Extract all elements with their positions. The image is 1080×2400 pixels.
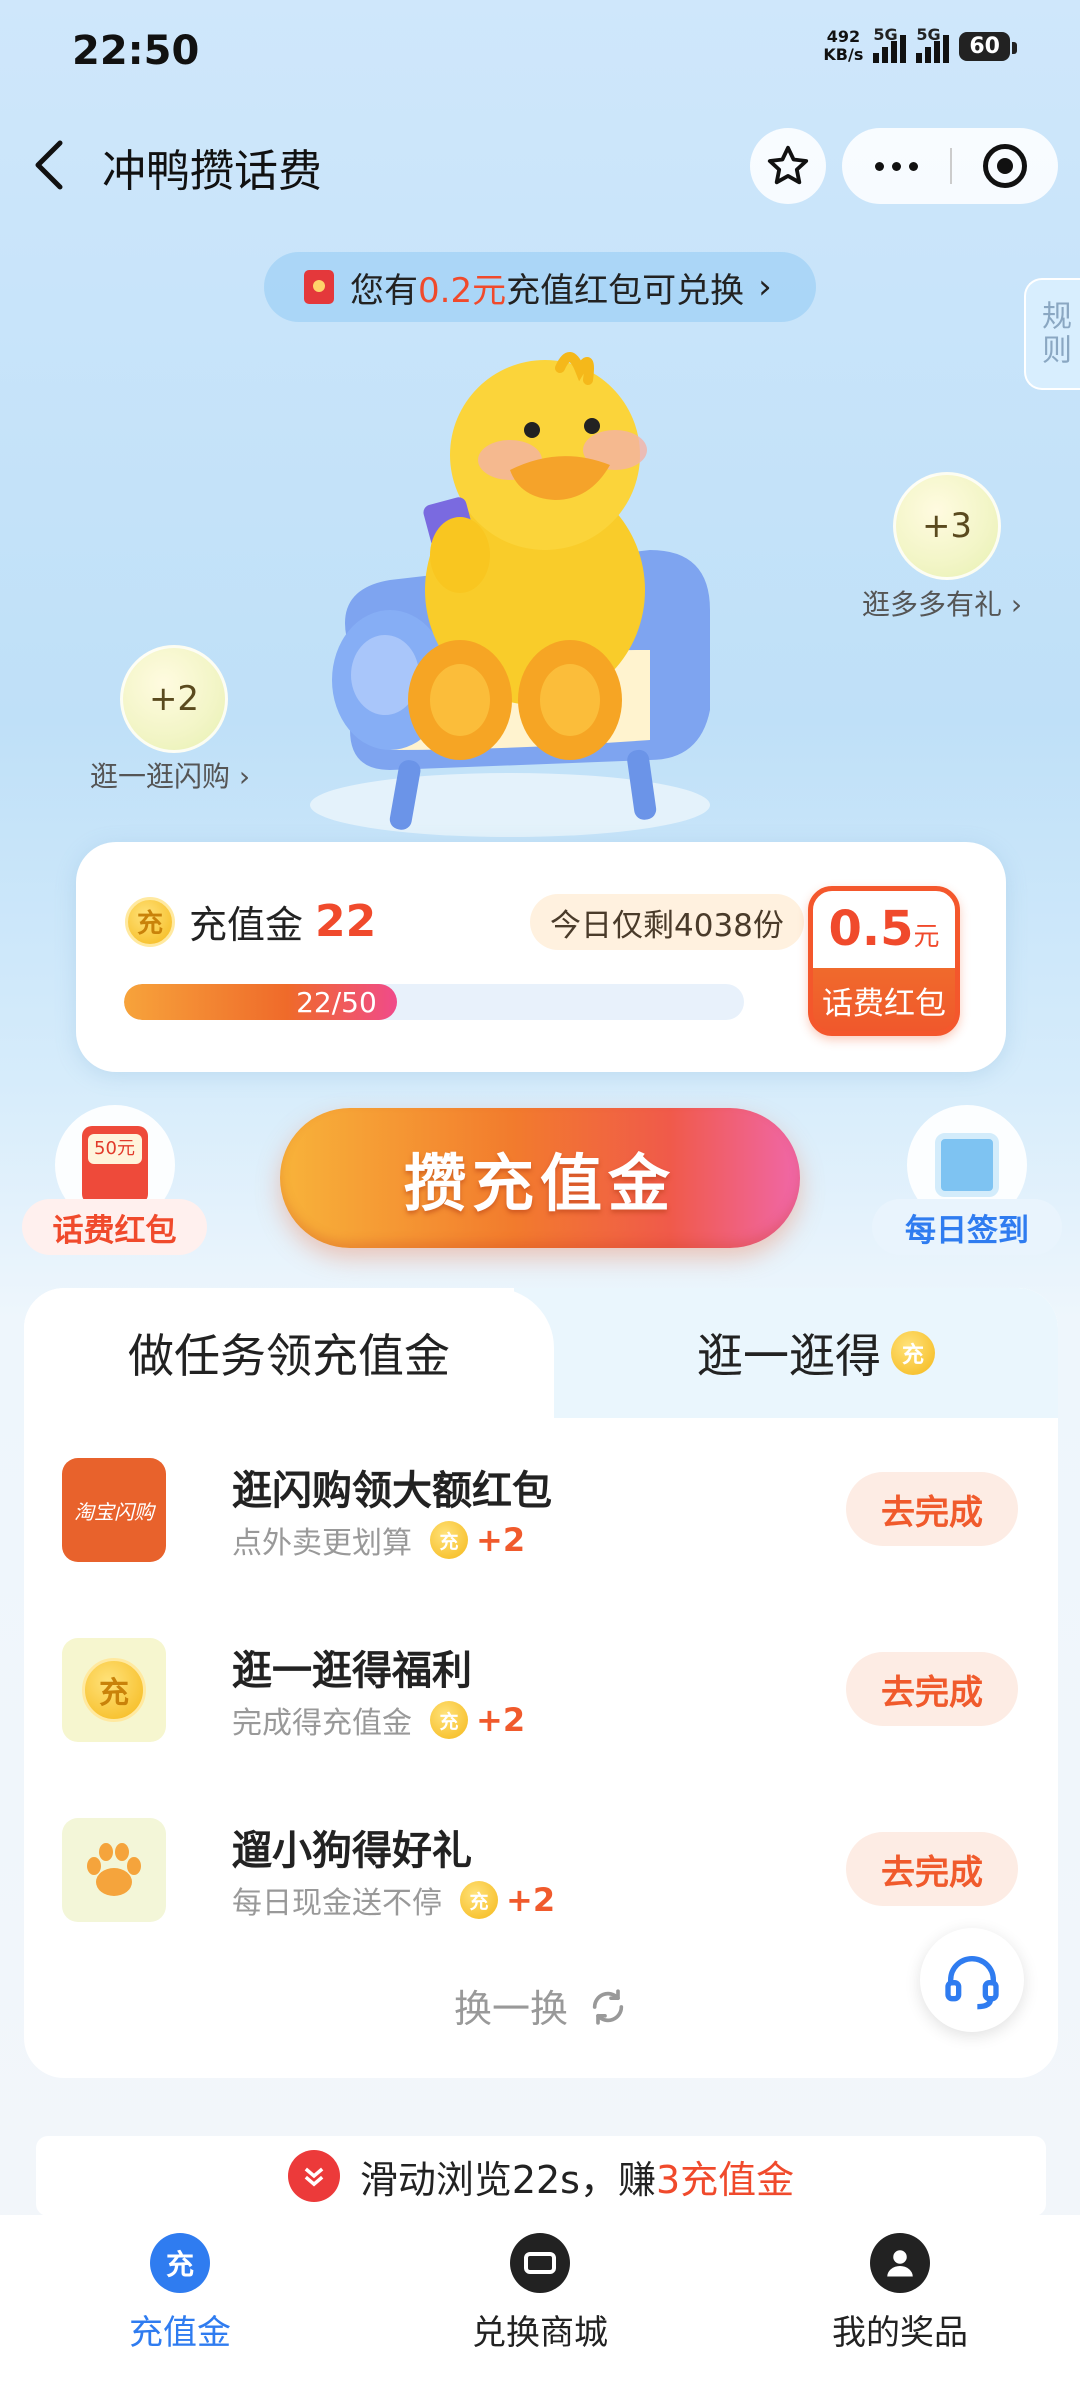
target-icon [983, 144, 1027, 188]
progress-bar: 22/50 [124, 984, 744, 1020]
customer-service-button[interactable] [920, 1928, 1024, 2032]
coin-icon: 充 [460, 1881, 498, 1919]
page-title: 冲鸭攒话费 [102, 146, 322, 197]
coin-icon: 充 [125, 896, 175, 947]
progress-card: 充 充值金 22 今日仅剩4038份 22/50 0.5元 话费红包 [76, 842, 1006, 1072]
reward-name: 话费红包 [822, 986, 946, 1022]
reward-unit: 元 [913, 922, 940, 952]
task-item-flash-buy: 淘宝闪购 逛闪购领大额红包 点外卖更划算 充 +2 去完成 [62, 1458, 1042, 1568]
task-panel: 逛一逛得 充 做任务领充值金 淘宝闪购 逛闪购领大额红包 点外卖更划算 充 +2… [24, 1288, 1058, 2078]
status-time: 22:50 [72, 28, 200, 74]
user-icon [870, 2233, 930, 2293]
favorite-button[interactable] [750, 128, 826, 204]
more-icon[interactable] [842, 161, 950, 171]
refresh-icon [588, 1987, 628, 2036]
close-miniapp-button[interactable] [952, 144, 1058, 188]
coin-balance: 充 充值金 22 [125, 894, 376, 949]
signal-icon: 5G [873, 25, 907, 63]
signal-icon-2: 5G [916, 25, 950, 63]
nav-item-prizes[interactable]: 我的奖品 [720, 2215, 1080, 2400]
tab-tasks[interactable]: 做任务领充值金 [24, 1288, 554, 1418]
coin-count: 22 [315, 896, 377, 947]
chevron-down-icon [287, 2150, 340, 2202]
redpacket-banner[interactable]: 您有 0.2元 充值红包可兑换 › [264, 252, 816, 322]
coin-icon: 充 [430, 1521, 468, 1559]
coin-icon: 充 [150, 2233, 210, 2293]
bottom-nav: 充 充值金 兑换商城 我的奖品 [0, 2215, 1080, 2400]
paw-icon [62, 1818, 166, 1922]
status-icons: 492 KB/s 5G 5G 60 [823, 25, 1017, 64]
bubble-flash-buy[interactable]: +2 [120, 645, 228, 753]
store-icon [510, 2233, 570, 2293]
remaining-tag: 今日仅剩4038份 [530, 894, 804, 950]
coin-icon: 充 [62, 1638, 166, 1742]
tab-browse[interactable]: 逛一逛得 充 [514, 1288, 1058, 1418]
coin-icon: 充 [430, 1701, 468, 1739]
task-item-walk-dog: 遛小狗得好礼 每日现金送不停 充 +2 去完成 [62, 1818, 1042, 1928]
progress-fill: 22/50 [124, 984, 397, 1020]
miniapp-capsule [842, 128, 1058, 204]
task-item-browse-benefits: 充 逛一逛得福利 完成得充值金 充 +2 去完成 [62, 1638, 1042, 1748]
star-icon [767, 145, 809, 185]
network-speed: 492 KB/s [823, 27, 864, 64]
bubble-duoduo-label[interactable]: 逛多多有礼 › [862, 583, 1022, 623]
refresh-button[interactable]: 换一换 [24, 1978, 1058, 2036]
complete-button[interactable]: 去完成 [846, 1832, 1018, 1906]
coin-icon: 充 [891, 1331, 935, 1375]
chevron-right-icon: › [758, 267, 772, 307]
duck-mascot-illustration [270, 350, 810, 840]
earn-coins-button[interactable]: 攒充值金 [280, 1108, 800, 1248]
back-button[interactable] [30, 135, 70, 195]
headset-icon [945, 1956, 999, 2010]
phone-redpacket-button[interactable]: 50元 话费红包 [22, 1105, 207, 1255]
taobao-flash-icon: 淘宝闪购 [62, 1458, 166, 1562]
reward-redpacket[interactable]: 0.5元 话费红包 [808, 886, 960, 1036]
browse-reward-banner: 滑动浏览22s，赚 3充值金 [36, 2136, 1046, 2216]
chevron-left-icon [35, 140, 63, 190]
nav-item-coins[interactable]: 充 充值金 [0, 2215, 360, 2400]
battery-icon: 60 [959, 31, 1017, 61]
complete-button[interactable]: 去完成 [846, 1472, 1018, 1546]
bubble-duoduo[interactable]: +3 [893, 472, 1001, 580]
complete-button[interactable]: 去完成 [846, 1652, 1018, 1726]
daily-checkin-button[interactable]: 每日签到 [872, 1105, 1062, 1255]
rules-tab[interactable]: 规则 [1024, 278, 1080, 390]
red-envelope-icon [304, 270, 334, 304]
nav-item-store[interactable]: 兑换商城 [360, 2215, 720, 2400]
bubble-flash-buy-label[interactable]: 逛一逛闪购 › [90, 755, 250, 795]
reward-amount: 0.5 [828, 901, 914, 957]
